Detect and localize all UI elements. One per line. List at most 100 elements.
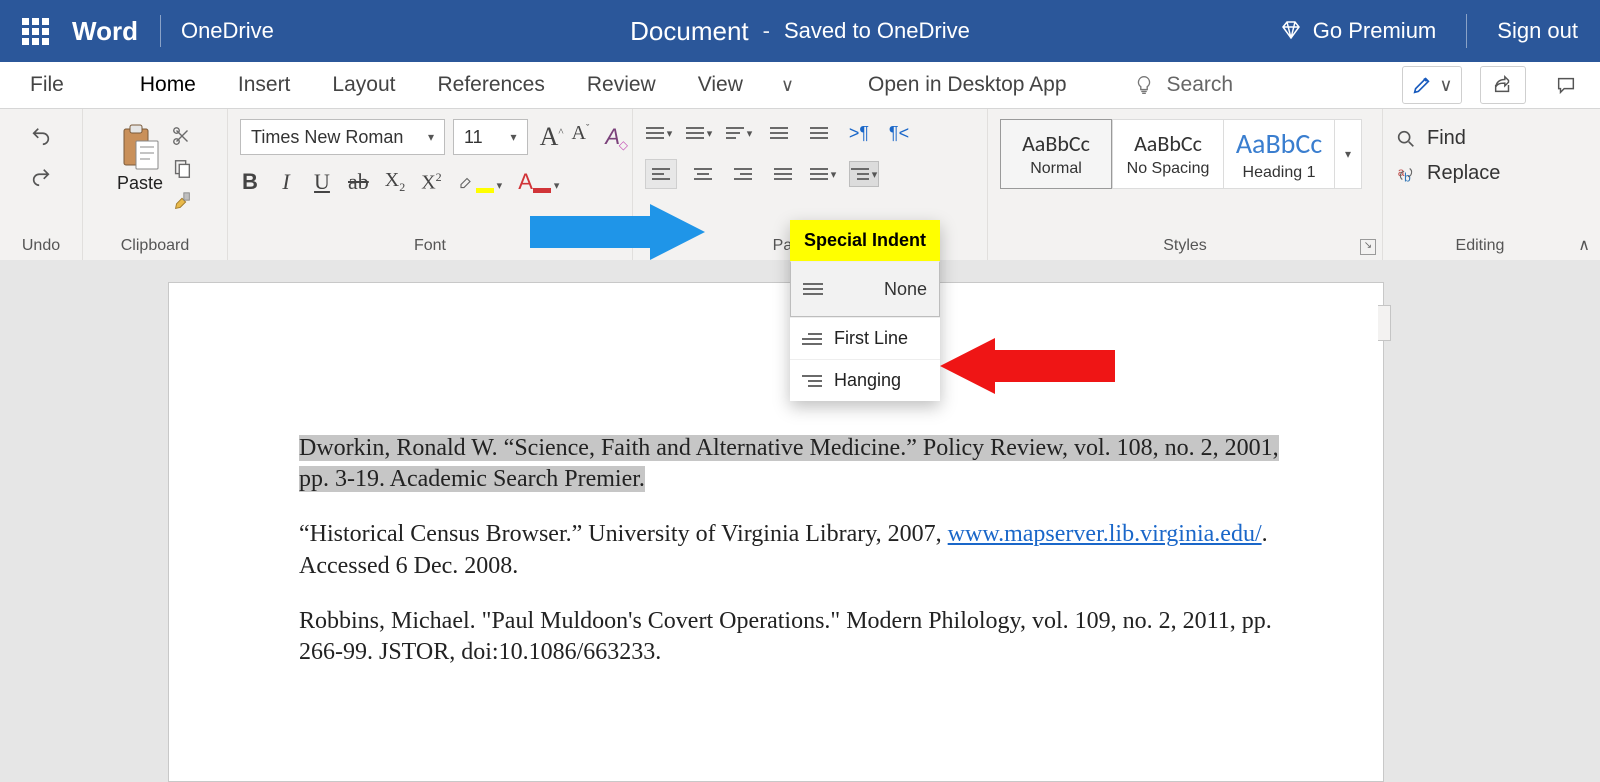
group-undo: Undo — [0, 109, 83, 261]
group-label-undo: Undo — [22, 237, 60, 255]
ltr-direction-button[interactable]: >¶ — [845, 121, 873, 145]
tab-review[interactable]: Review — [583, 67, 660, 103]
indent-option-hanging[interactable]: Hanging — [790, 359, 940, 401]
tab-home[interactable]: Home — [136, 67, 200, 103]
copy-button[interactable] — [171, 158, 193, 185]
citation-3[interactable]: Robbins, Michael. "Paul Muldoon's Covert… — [299, 606, 1295, 668]
justify-button[interactable] — [769, 162, 797, 186]
ribbon-tabs: File Home Insert Layout References Revie… — [0, 62, 1600, 109]
tab-view[interactable]: View — [694, 67, 747, 103]
indent-option-first-line[interactable]: First Line — [790, 317, 940, 359]
rtl-direction-button[interactable]: ¶< — [885, 121, 913, 145]
font-size-select[interactable]: 11▾ — [453, 119, 528, 155]
indent-option-none[interactable]: None — [790, 261, 940, 317]
subscript-button[interactable]: X2 — [385, 169, 405, 195]
styles-gallery[interactable]: AaBbCc Normal AaBbCc No Spacing AaBbCc H… — [1000, 119, 1370, 189]
chevron-down-icon: ▾ — [428, 130, 434, 144]
align-right-button[interactable] — [729, 162, 757, 186]
tab-layout[interactable]: Layout — [328, 67, 399, 103]
group-styles: AaBbCc Normal AaBbCc No Spacing AaBbCc H… — [988, 109, 1383, 261]
annotation-red-arrow — [940, 338, 1115, 394]
clear-formatting-button[interactable]: A◇ — [605, 124, 620, 150]
replace-icon: ab — [1395, 163, 1417, 185]
cut-button[interactable] — [171, 125, 193, 152]
numbering-button[interactable]: ▾ — [685, 121, 713, 145]
undo-button[interactable] — [27, 125, 55, 152]
sign-out-link[interactable]: Sign out — [1497, 18, 1578, 44]
document-page[interactable]: Dworkin, Ronald W. “Science, Faith and A… — [168, 282, 1384, 782]
citation-2[interactable]: “Historical Census Browser.” University … — [299, 519, 1295, 581]
format-painter-button[interactable] — [171, 191, 193, 218]
tab-insert[interactable]: Insert — [234, 67, 295, 103]
multilevel-list-button[interactable]: ▾ — [725, 121, 753, 145]
search-placeholder: Search — [1167, 73, 1234, 97]
share-button[interactable] — [1480, 66, 1526, 104]
diamond-icon — [1279, 19, 1303, 43]
style-heading-1[interactable]: AaBbCc Heading 1 — [1223, 119, 1334, 189]
chevron-down-icon: ▾ — [831, 168, 837, 181]
highlighter-icon — [458, 171, 476, 189]
go-premium-button[interactable]: Go Premium — [1279, 18, 1436, 44]
redo-icon — [27, 166, 55, 188]
selected-text: Dworkin, Ronald W. “Science, Faith and A… — [299, 435, 1279, 461]
grow-font-button[interactable]: A^ — [536, 122, 568, 152]
title-bar: Word OneDrive Document - Saved to OneDri… — [0, 0, 1600, 62]
more-tabs-chevron-icon[interactable]: ∨ — [781, 75, 794, 96]
chevron-down-icon: ▾ — [707, 127, 713, 140]
app-launcher-icon[interactable] — [22, 18, 48, 44]
replace-button[interactable]: ab Replace — [1395, 162, 1565, 185]
styles-more-button[interactable]: ▾ — [1334, 119, 1362, 189]
paste-label: Paste — [117, 173, 163, 194]
indent-none-icon — [803, 280, 823, 298]
superscript-button[interactable]: X2 — [421, 170, 441, 195]
indent-first-line-icon — [802, 330, 822, 348]
decrease-indent-button[interactable] — [765, 121, 793, 145]
clipboard-icon — [120, 123, 160, 171]
chevron-down-icon: ▾ — [511, 130, 517, 144]
selected-text: pp. 3-19. Academic Search Premier. — [299, 466, 645, 492]
paste-button[interactable]: Paste — [117, 123, 163, 194]
annotation-blue-arrow — [530, 204, 705, 260]
align-center-button[interactable] — [689, 162, 717, 186]
location-label[interactable]: OneDrive — [181, 18, 274, 44]
group-label-clipboard: Clipboard — [121, 237, 189, 255]
lightbulb-icon — [1133, 74, 1155, 96]
shrink-font-button[interactable]: Aˇ — [568, 122, 594, 152]
style-no-spacing[interactable]: AaBbCc No Spacing — [1112, 119, 1223, 189]
comments-button[interactable] — [1544, 67, 1588, 103]
collapse-ribbon-chevron-icon[interactable]: ∧ — [1578, 235, 1590, 255]
styles-dialog-launcher[interactable]: ↘ — [1360, 239, 1376, 255]
tab-references[interactable]: References — [433, 67, 548, 103]
tab-file[interactable]: File — [26, 67, 68, 103]
find-button[interactable]: Find — [1395, 127, 1565, 150]
search-icon — [1395, 128, 1417, 150]
italic-button[interactable]: I — [276, 169, 296, 195]
strikethrough-button[interactable]: ab — [348, 169, 369, 195]
pencil-icon — [1411, 74, 1433, 96]
special-indent-button[interactable]: ▾ — [849, 161, 879, 187]
document-title[interactable]: Document — [630, 16, 749, 47]
font-color-button[interactable]: A▾ — [518, 169, 559, 195]
font-name-select[interactable]: Times New Roman▾ — [240, 119, 445, 155]
group-editing: Find ab Replace Editing — [1383, 109, 1577, 261]
bold-button[interactable]: B — [240, 169, 260, 195]
citation-1[interactable]: Dworkin, Ronald W. “Science, Faith and A… — [299, 433, 1295, 495]
open-desktop-app[interactable]: Open in Desktop App — [864, 67, 1070, 103]
bullets-button[interactable]: ▾ — [645, 121, 673, 145]
increase-indent-button[interactable] — [805, 121, 833, 145]
group-clipboard: Paste Clipboard — [83, 109, 228, 261]
line-spacing-button[interactable]: ▾ — [809, 162, 837, 186]
ruler-handle[interactable] — [1378, 305, 1391, 341]
save-status: Saved to OneDrive — [784, 18, 970, 44]
style-normal[interactable]: AaBbCc Normal — [1000, 119, 1112, 189]
align-left-button[interactable] — [645, 159, 677, 189]
hyperlink[interactable]: www.mapserver.lib.virginia.edu/ — [948, 521, 1262, 547]
redo-button[interactable] — [27, 166, 55, 193]
highlight-color-button[interactable]: ▾ — [458, 169, 503, 195]
editing-mode-button[interactable]: ∨ — [1402, 66, 1462, 104]
chevron-down-icon: ▾ — [872, 168, 878, 181]
tell-me-search[interactable]: Search — [1133, 73, 1234, 97]
underline-button[interactable]: U — [312, 169, 332, 195]
app-name: Word — [72, 16, 138, 47]
special-indent-menu: Special Indent None First Line Hanging — [790, 220, 940, 401]
